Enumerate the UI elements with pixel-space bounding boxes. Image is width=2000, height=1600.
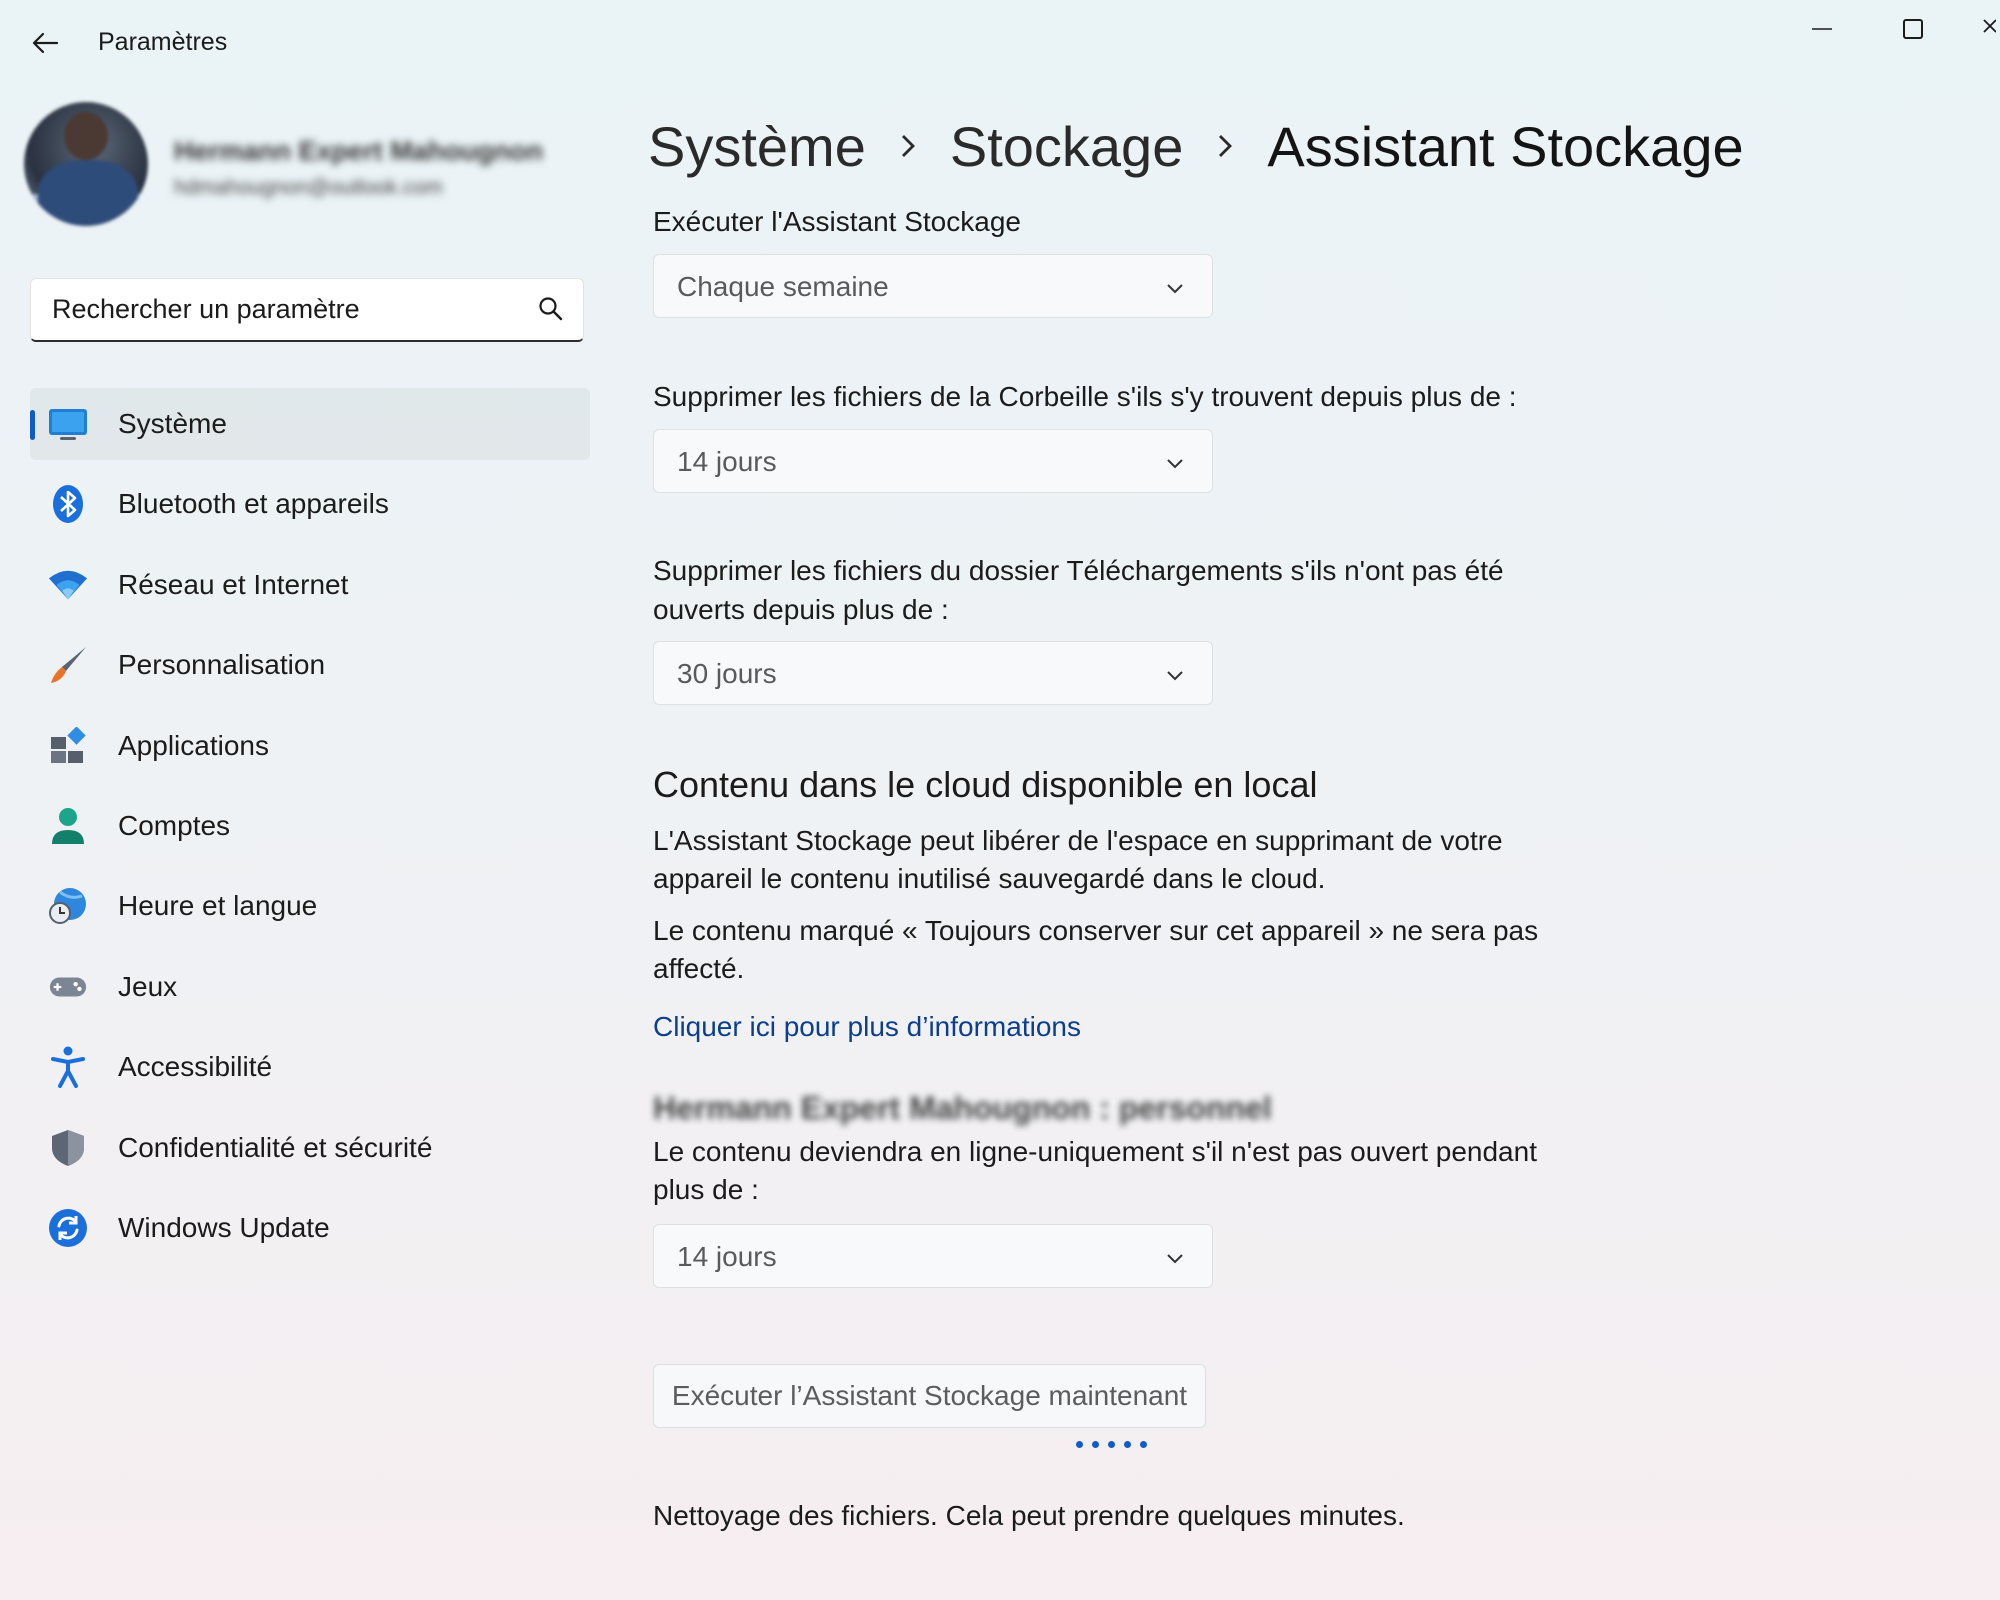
cloud-note: Le contenu marqué « Toujours conserver s… — [653, 915, 1539, 984]
run-frequency-label: Exécuter l'Assistant Stockage — [653, 206, 1021, 237]
sidebar-item-comptes[interactable]: Comptes — [30, 790, 590, 862]
minimize-icon — [1812, 28, 1832, 30]
dropdown-value: 30 jours — [677, 658, 777, 689]
progress-dot — [1140, 1441, 1147, 1448]
sidebar-item-label: Confidentialité et sécurité — [118, 1131, 433, 1163]
recycle-bin-label: Supprimer les fichiers de la Corbeille s… — [653, 381, 1517, 412]
sidebar-item-accessibilite[interactable]: Accessibilité — [30, 1031, 590, 1103]
sidebar-item-label: Applications — [118, 729, 269, 761]
progress-dot — [1092, 1441, 1099, 1448]
monitor-icon — [48, 404, 88, 444]
globe-clock-icon — [48, 886, 88, 926]
recycle-bin-dropdown[interactable]: 14 jours — [653, 429, 1213, 493]
sidebar-item-label: Comptes — [118, 809, 231, 841]
sidebar-item-reseau[interactable]: Réseau et Internet — [30, 549, 590, 621]
sidebar-item-label: Personnalisation — [118, 649, 326, 681]
accessibility-icon — [48, 1046, 88, 1089]
search-icon[interactable] — [537, 295, 565, 323]
breadcrumb: Système Stockage Assistant Stockage — [648, 106, 1744, 186]
chevron-right-icon — [1183, 126, 1267, 166]
downloads-label: Supprimer les fichiers du dossier Téléch… — [653, 555, 1504, 625]
back-arrow-icon — [32, 32, 59, 54]
run-frequency-dropdown[interactable]: Chaque semaine — [653, 254, 1213, 318]
profile-name: Hermann Expert Mahougnon — [174, 136, 544, 166]
onedrive-account-label: Hermann Expert Mahougnon : personnel — [653, 1090, 1272, 1126]
title-bar: Paramètres — [0, 0, 2000, 86]
dropdown-value: 14 jours — [677, 446, 777, 477]
sidebar-item-bluetooth[interactable]: Bluetooth et appareils — [30, 468, 590, 540]
sidebar-item-windows-update[interactable]: Windows Update — [30, 1192, 590, 1264]
online-only-label: Le contenu deviendra en ligne-uniquement… — [653, 1136, 1537, 1205]
chevron-down-icon — [1167, 671, 1183, 681]
profile-email: hdmahougnon@outlook.com — [174, 176, 443, 199]
chevron-down-icon — [1167, 459, 1183, 469]
sidebar-item-label: Jeux — [118, 970, 178, 1002]
progress-dot — [1108, 1441, 1115, 1448]
breadcrumb-systeme[interactable]: Système — [648, 114, 866, 179]
cloud-description: L'Assistant Stockage peut libérer de l'e… — [653, 825, 1503, 894]
maximize-button[interactable] — [1883, 8, 1943, 50]
progress-dots — [1076, 1441, 1147, 1448]
dropdown-value: 14 jours — [677, 1241, 777, 1272]
breadcrumb-stockage[interactable]: Stockage — [950, 114, 1184, 179]
user-profile[interactable]: Hermann Expert Mahougnon hdmahougnon@out… — [24, 102, 584, 227]
minimize-button[interactable] — [1792, 8, 1852, 50]
gamepad-icon — [48, 967, 88, 1007]
app-title: Paramètres — [98, 28, 228, 56]
close-icon — [1983, 19, 1996, 33]
progress-dot — [1076, 1441, 1083, 1448]
sidebar-item-label: Heure et langue — [118, 890, 318, 922]
sidebar-item-systeme[interactable]: Système — [30, 388, 590, 460]
cleanup-status-text: Nettoyage des fichiers. Cela peut prendr… — [653, 1500, 1405, 1531]
apps-icon — [48, 726, 88, 766]
maximize-icon — [1903, 19, 1923, 39]
wifi-icon — [48, 565, 88, 605]
bluetooth-icon — [48, 484, 88, 524]
active-indicator — [30, 410, 35, 440]
sidebar-nav: Système Bluetooth et appareils Réseau et… — [30, 388, 590, 1272]
sidebar-item-label: Réseau et Internet — [118, 568, 349, 600]
online-only-dropdown[interactable]: 14 jours — [653, 1224, 1213, 1288]
shield-icon — [48, 1128, 88, 1168]
sidebar-item-label: Système — [118, 408, 227, 439]
close-button[interactable] — [1970, 8, 2000, 50]
sidebar-item-confidentialite[interactable]: Confidentialité et sécurité — [30, 1112, 590, 1184]
dropdown-value: Chaque semaine — [677, 271, 889, 302]
search-input[interactable] — [31, 279, 511, 339]
progress-dot — [1124, 1441, 1131, 1448]
run-now-button[interactable]: Exécuter l’Assistant Stockage maintenant — [653, 1364, 1206, 1428]
more-info-link[interactable]: Cliquer ici pour plus d’informations — [653, 1011, 1081, 1043]
chevron-right-icon — [866, 126, 950, 166]
cloud-section-heading: Contenu dans le cloud disponible en loca… — [653, 764, 1318, 805]
person-icon — [48, 806, 88, 846]
downloads-dropdown[interactable]: 30 jours — [653, 641, 1213, 705]
sidebar-item-label: Bluetooth et appareils — [118, 488, 389, 520]
sidebar-item-label: Accessibilité — [118, 1051, 273, 1083]
back-button[interactable] — [24, 22, 66, 64]
sidebar-item-heure[interactable]: Heure et langue — [30, 870, 590, 942]
sidebar-item-personnalisation[interactable]: Personnalisation — [30, 629, 590, 701]
chevron-down-icon — [1167, 1254, 1183, 1264]
page-title: Assistant Stockage — [1267, 114, 1744, 178]
sidebar-item-label: Windows Update — [118, 1211, 330, 1243]
search-box — [30, 278, 584, 342]
avatar — [24, 102, 148, 226]
chevron-down-icon — [1167, 284, 1183, 294]
sidebar-item-applications[interactable]: Applications — [30, 710, 590, 782]
sidebar-item-jeux[interactable]: Jeux — [30, 951, 590, 1023]
paintbrush-icon — [48, 645, 88, 685]
update-icon — [48, 1208, 88, 1248]
